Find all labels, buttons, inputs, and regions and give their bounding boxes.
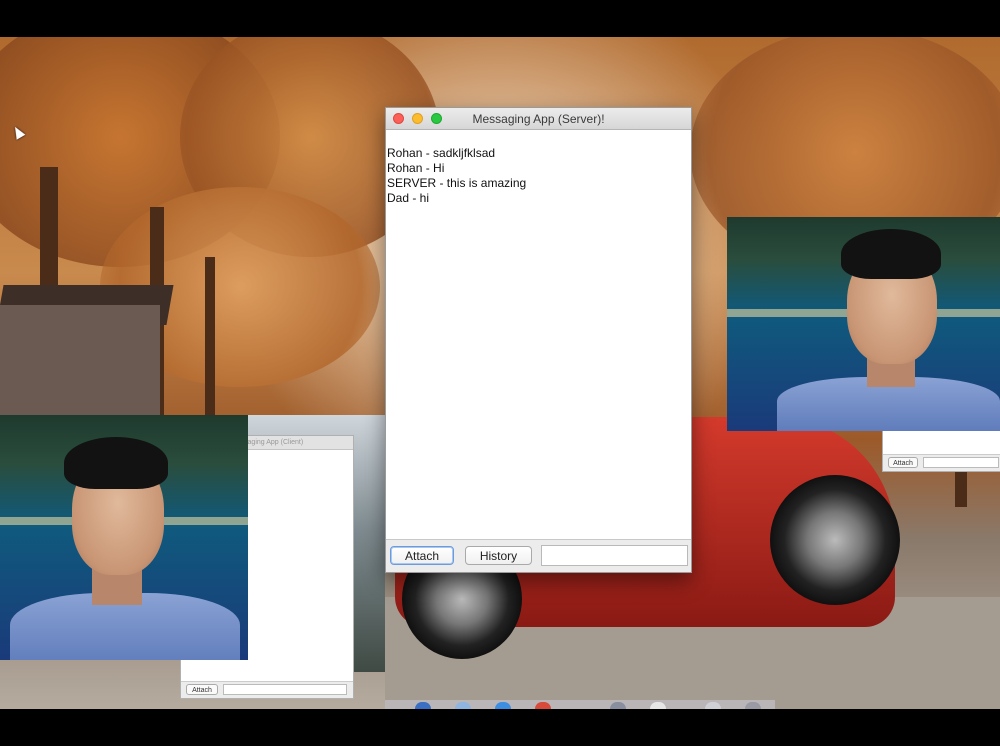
dock-app-icon[interactable] [745,702,761,709]
attach-button[interactable]: Attach [390,546,454,565]
server-bottom-bar: Attach History [386,539,691,572]
chat-message: SERVER - this is amazing [387,176,527,190]
dock-app-icon[interactable] [535,702,551,709]
chat-history-area[interactable]: Rohan - sadkljfklsad Rohan - Hi SERVER -… [386,130,691,540]
chat-message: Rohan - Hi [387,161,445,175]
server-window[interactable]: Messaging App (Server)! Rohan - sadkljfk… [385,107,692,573]
second-client-message-input[interactable] [923,457,999,468]
dock-app-icon[interactable] [610,702,626,709]
house [0,305,160,415]
server-window-title: Messaging App (Server)! [472,112,605,126]
webcam-feed-left [0,415,248,660]
dock-app-icon[interactable] [415,702,431,709]
chat-message: Rohan - sadkljfklsad [387,146,496,160]
person-hair [64,437,168,489]
dock-app-icon[interactable] [650,702,666,709]
dock-app-icon[interactable] [455,702,471,709]
second-client-bottom-bar: Attach [883,454,1000,471]
webcam-feed-right [727,217,1000,431]
tree-trunk [205,257,215,417]
person-hair [841,229,941,279]
server-window-titlebar[interactable]: Messaging App (Server)! [386,108,691,130]
second-client-attach-button[interactable]: Attach [888,457,918,468]
client-bottom-bar: Attach [181,681,353,698]
car-wheel [770,475,900,605]
dock-app-icon[interactable] [705,702,721,709]
second-client-window[interactable]: Attach [882,430,1000,472]
chat-message: Dad - hi [387,191,430,205]
message-input[interactable] [541,545,688,566]
client-message-input[interactable] [223,684,347,695]
history-button[interactable]: History [465,546,532,565]
client-attach-button[interactable]: Attach [186,684,218,695]
dock-app-icon[interactable] [495,702,511,709]
